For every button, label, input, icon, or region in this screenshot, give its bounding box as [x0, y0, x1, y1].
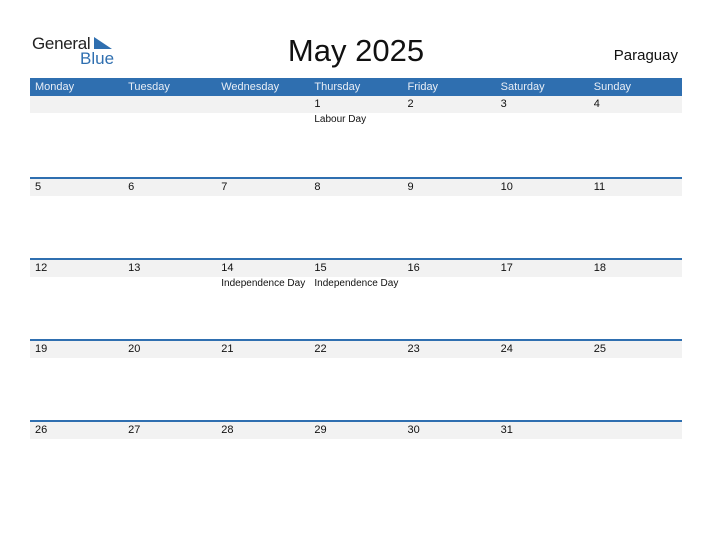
day-number: 22	[314, 343, 327, 355]
holiday-label	[123, 358, 216, 359]
holiday-label	[403, 439, 496, 440]
holiday-label: Independence Day	[314, 278, 399, 289]
holiday-label	[496, 358, 589, 359]
day-number: 4	[593, 98, 600, 110]
holiday-label	[589, 277, 682, 289]
events-row: Labour Day	[30, 113, 682, 125]
day-number: 1	[314, 98, 321, 110]
day-number: 26	[35, 424, 48, 436]
date-band: 12 13 14 15 16 17 18	[30, 260, 682, 277]
day-number: 7	[221, 181, 228, 193]
holiday-label	[496, 196, 589, 197]
day-number: 16	[407, 262, 420, 274]
day-number: 5	[35, 181, 42, 193]
holiday-label	[403, 196, 496, 197]
week-row: 1 2 3 4 Labour Day	[30, 96, 682, 177]
weekday-header: Monday Tuesday Wednesday Thursday Friday…	[30, 78, 682, 96]
week-row: 12 13 14 15 16 17 18 Independence Day Independen…	[30, 258, 682, 339]
day-number: 30	[407, 424, 420, 436]
holiday-label	[589, 358, 682, 359]
holiday-label	[216, 439, 309, 440]
day-number	[30, 96, 123, 113]
holiday-label	[589, 196, 682, 197]
holiday-label	[123, 439, 216, 440]
day-number: 6	[128, 181, 135, 193]
holiday-label	[30, 113, 123, 125]
holiday-label	[309, 439, 402, 440]
weekday-tuesday: Tuesday	[128, 81, 170, 93]
day-number: 13	[128, 262, 141, 274]
holiday-label	[403, 358, 496, 359]
weekday-monday: Monday	[35, 81, 75, 93]
date-band: 5 6 7 8 9 10 11	[30, 179, 682, 196]
holiday-label	[403, 277, 496, 289]
holiday-label	[589, 113, 682, 125]
holiday-label	[30, 196, 123, 197]
day-number: 8	[314, 181, 321, 193]
day-number: 29	[314, 424, 327, 436]
holiday-label	[30, 277, 123, 289]
day-number: 31	[500, 424, 513, 436]
date-band: 1 2 3 4	[30, 96, 682, 113]
day-number: 3	[500, 98, 507, 110]
day-number: 28	[221, 424, 234, 436]
holiday-label	[496, 113, 589, 125]
holiday-label	[30, 439, 123, 440]
holiday-label	[496, 439, 589, 440]
day-number: 9	[407, 181, 414, 193]
day-number	[216, 96, 309, 113]
holiday-label	[309, 196, 402, 197]
holiday-label	[309, 358, 402, 359]
page-title: May 2025	[287, 33, 425, 68]
weekday-sunday: Sunday	[593, 81, 632, 93]
country-label: Paraguay	[613, 47, 678, 64]
day-number: 14	[221, 262, 234, 274]
day-number: 21	[221, 343, 234, 355]
day-number: 27	[128, 424, 141, 436]
day-number	[589, 422, 682, 439]
date-band: 26 27 28 29 30 31	[30, 422, 682, 439]
weekday-thursday: Thursday	[314, 81, 361, 93]
day-number: 17	[500, 262, 513, 274]
holiday-label	[30, 358, 123, 359]
holiday-label	[589, 439, 682, 440]
events-row: Independence Day Independence Day	[30, 277, 682, 289]
day-number: 23	[407, 343, 420, 355]
day-number: 2	[407, 98, 414, 110]
holiday-label	[123, 277, 216, 289]
day-number: 18	[593, 262, 606, 274]
holiday-label	[216, 196, 309, 197]
weekday-saturday: Saturday	[500, 81, 545, 93]
holiday-label	[403, 113, 496, 125]
day-number: 15	[314, 262, 327, 274]
week-row: 26 27 28 29 30 31	[30, 420, 682, 501]
holiday-label: Independence Day	[221, 278, 306, 289]
holiday-label	[216, 113, 309, 125]
week-row: 5 6 7 8 9 10 11	[30, 177, 682, 258]
weekday-friday: Friday	[407, 81, 439, 93]
calendar: Monday Tuesday Wednesday Thursday Friday…	[30, 78, 682, 501]
holiday-label	[123, 113, 216, 125]
holiday-label	[216, 358, 309, 359]
day-number: 20	[128, 343, 141, 355]
day-number: 10	[500, 181, 513, 193]
day-number: 19	[35, 343, 48, 355]
holiday-label	[123, 196, 216, 197]
day-number	[123, 96, 216, 113]
day-number: 24	[500, 343, 513, 355]
events-row	[30, 358, 682, 359]
events-row	[30, 439, 682, 440]
day-number: 12	[35, 262, 48, 274]
date-band: 19 20 21 22 23 24 25	[30, 341, 682, 358]
holiday-label	[496, 277, 589, 289]
day-number: 11	[593, 181, 606, 193]
events-row	[30, 196, 682, 197]
weekday-wednesday: Wednesday	[221, 81, 280, 93]
holiday-label: Labour Day	[314, 114, 367, 125]
week-row: 19 20 21 22 23 24 25	[30, 339, 682, 420]
day-number: 25	[593, 343, 606, 355]
